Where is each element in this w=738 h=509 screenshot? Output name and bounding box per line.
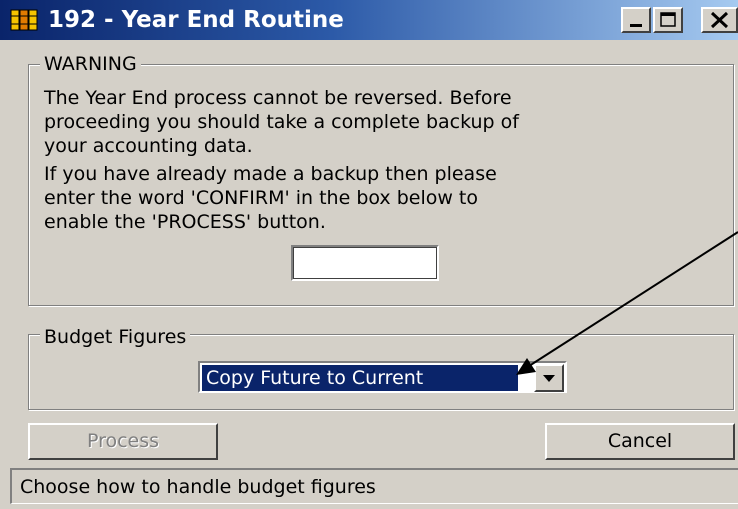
- budget-dropdown-button[interactable]: [534, 364, 564, 392]
- confirm-input[interactable]: [291, 245, 439, 281]
- window-title: 192 - Year End Routine: [48, 7, 344, 33]
- budget-combo[interactable]: Copy Future to Current: [198, 361, 567, 393]
- title-bar[interactable]: 192 - Year End Routine: [0, 0, 738, 40]
- cancel-button[interactable]: Cancel: [545, 423, 735, 460]
- minimize-button[interactable]: [621, 7, 651, 33]
- year-end-dialog: 192 - Year End Routine WARNING The Year …: [0, 0, 738, 509]
- close-button[interactable]: [701, 7, 738, 33]
- maximize-icon: [660, 12, 676, 27]
- warning-paragraph-2: If you have already made a backup then p…: [44, 163, 497, 233]
- close-icon: [710, 11, 729, 29]
- status-text: Choose how to handle budget figures: [20, 476, 376, 498]
- status-bar: Choose how to handle budget figures: [10, 468, 738, 504]
- budget-selected-value: Copy Future to Current: [202, 365, 518, 391]
- ledger-books-icon: [10, 9, 38, 31]
- maximize-button[interactable]: [653, 7, 683, 33]
- chevron-down-icon: [543, 375, 555, 382]
- process-button[interactable]: Process: [28, 423, 218, 460]
- budget-legend: Budget Figures: [40, 326, 191, 348]
- minimize-icon: [630, 24, 642, 27]
- warning-paragraph-1: The Year End process cannot be reversed.…: [44, 87, 519, 157]
- warning-legend: WARNING: [40, 53, 141, 75]
